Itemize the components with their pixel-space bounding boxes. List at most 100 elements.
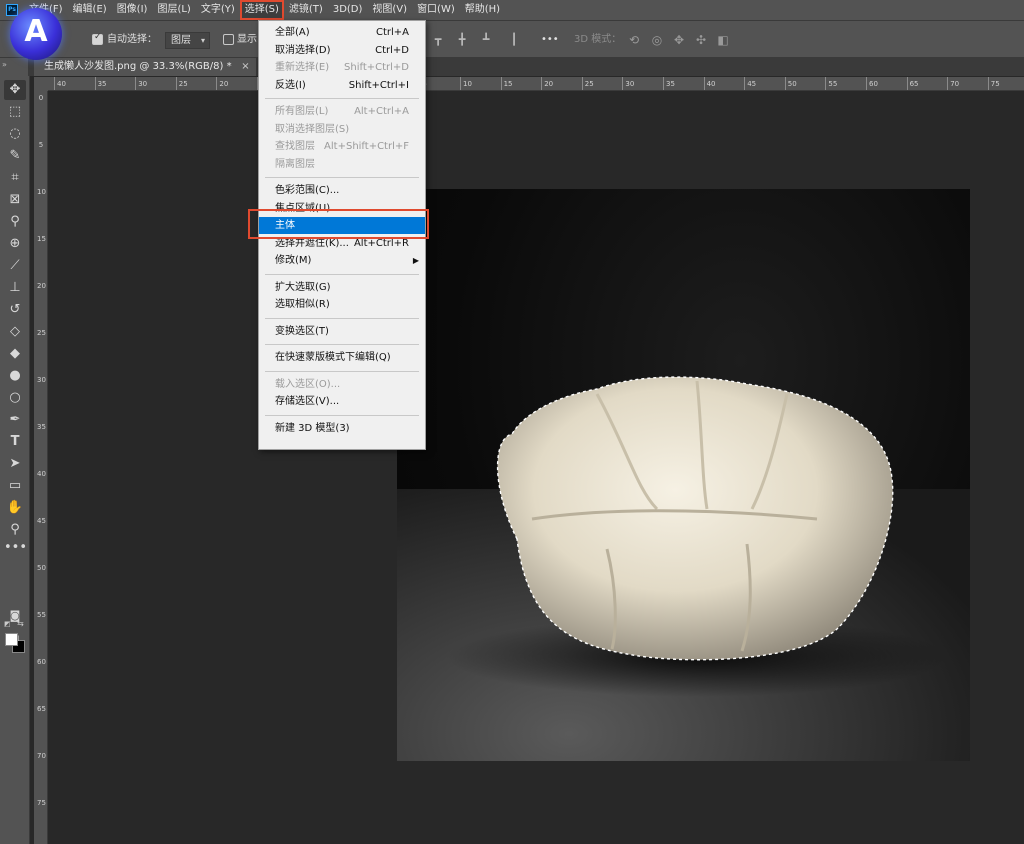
menu-item: 重新选择(E) Shift+Ctrl+D — [259, 59, 425, 76]
ruler-top-label: 65 — [909, 80, 919, 88]
menu-separator — [265, 177, 419, 178]
quick-mask-icon[interactable]: ◙ — [4, 606, 26, 626]
drag-3d-icon[interactable]: ✥ — [672, 33, 686, 47]
frame-tool-icon[interactable]: ⊠ — [4, 190, 26, 210]
eraser-tool-icon[interactable]: ◇ — [4, 322, 26, 342]
ruler-left-label: 25 — [37, 329, 46, 337]
menu-select[interactable]: 选择(S) — [239, 0, 284, 20]
document-tab[interactable]: 生成懒人沙发图.png @ 33.3%(RGB/8) * × — [34, 58, 256, 76]
menu-view[interactable]: 视图(V) — [367, 0, 412, 20]
align-middle-icon[interactable]: ╋ — [456, 34, 468, 46]
distribute-icon[interactable]: ┃ — [508, 34, 520, 46]
menu-item-label: 在快速蒙版模式下编辑(Q) — [275, 352, 391, 363]
align-bottom-icon[interactable]: ┻ — [480, 34, 492, 46]
ruler-left-label: 65 — [37, 705, 46, 713]
blur-tool-icon[interactable]: ● — [4, 366, 26, 386]
brand-badge-letter: A — [24, 14, 48, 49]
menu-item-shortcut: Shift+Ctrl+D — [344, 62, 409, 73]
menu-item-label: 新建 3D 模型(3) — [275, 422, 350, 434]
menu-layer[interactable]: 图层(L) — [152, 0, 195, 20]
menu-separator — [265, 370, 419, 372]
ruler-top-label: 35 — [666, 80, 675, 88]
more-options-button[interactable]: ••• — [541, 32, 559, 48]
menu-help[interactable]: 帮助(H) — [460, 0, 505, 20]
ruler-tick — [744, 77, 746, 90]
marquee-tool-icon[interactable]: ⬚ — [4, 102, 26, 122]
menu-image[interactable]: 图像(I) — [112, 0, 153, 20]
menu-item[interactable]: 反选(I) Shift+Ctrl+I — [259, 77, 425, 94]
ruler-left-label: 45 — [37, 517, 46, 525]
brush-tool-icon[interactable]: ⟋ — [4, 256, 26, 276]
path-selection-tool-icon[interactable]: ➤ — [4, 454, 26, 474]
zoom-tool-icon[interactable]: ⚲ — [4, 520, 26, 540]
edit-toolbar-icon[interactable]: ••• — [4, 538, 27, 558]
canvas-area[interactable] — [48, 92, 1024, 844]
menu-item[interactable]: 在快速蒙版模式下编辑(Q) — [259, 349, 425, 366]
horizontal-ruler[interactable]: 4035302520151050510152025303540455055606… — [48, 77, 1024, 91]
menu-item-shortcut: Alt+Ctrl+A — [354, 106, 409, 117]
move-tool-icon[interactable]: ✥ — [4, 80, 26, 100]
show-transform-checkbox[interactable] — [223, 34, 234, 45]
auto-select-target-dropdown[interactable]: 图层 ▾ — [165, 32, 210, 49]
lasso-tool-icon[interactable]: ◌ — [4, 124, 26, 144]
menu-item[interactable]: 色彩范围(C)... — [259, 182, 425, 199]
ruler-corner — [34, 77, 48, 91]
paint-bucket-tool-icon[interactable]: ◆ — [4, 344, 26, 364]
history-brush-tool-icon[interactable]: ↺ — [4, 300, 26, 320]
menu-item[interactable]: 全部(A) Ctrl+A — [259, 24, 425, 41]
menu-item-label: 查找图层 — [275, 141, 315, 152]
vertical-ruler[interactable]: 0 5 10 15 20 25 30 35 40 45 50 55 60 65 70 75 — [34, 91, 48, 844]
panel-grip-icon[interactable]: » — [2, 60, 28, 72]
menu-item[interactable]: 变换选区(T) — [259, 323, 425, 340]
ruler-top-label: 30 — [138, 80, 148, 88]
ruler-top-label: 20 — [544, 80, 554, 88]
ruler-left-label: 70 — [37, 752, 46, 760]
scale-3d-icon[interactable]: ◧ — [716, 33, 730, 47]
options-bar: 自动选择： 图层 ▾ 显示 ┳ ╋ ┻ ┃ ••• 3D 模式： ⟲ ◎ ✥ ✣… — [0, 20, 1024, 58]
menu-item[interactable]: 取消选择(D) Ctrl+D — [259, 42, 425, 59]
hand-tool-icon[interactable]: ✋ — [4, 498, 26, 518]
ruler-tick — [94, 77, 96, 90]
document-canvas[interactable] — [397, 189, 970, 761]
menu-item-label: 隔离图层 — [275, 158, 315, 170]
menu-item[interactable]: 选取相似(R) — [259, 296, 425, 313]
beanbag-sofa-image — [447, 376, 947, 697]
rectangle-tool-icon[interactable]: ▭ — [4, 476, 26, 496]
orbit-3d-icon[interactable]: ⟲ — [627, 33, 641, 47]
mode-3d-label: 3D 模式： — [574, 34, 622, 45]
menu-item[interactable]: 存储选区(V)... — [259, 393, 425, 410]
menu-filter[interactable]: 滤镜(T) — [284, 0, 328, 20]
slide-3d-icon[interactable]: ✣ — [694, 33, 708, 47]
pen-tool-icon[interactable]: ✒ — [4, 410, 26, 430]
menubar: Ps 文件(F) 编辑(E) 图像(I) 图层(L) 文字(Y) 选择(S) 滤… — [0, 0, 1024, 20]
menu-item: 载入选区(O)... — [259, 376, 425, 393]
dodge-tool-icon[interactable]: ○ — [4, 388, 26, 408]
menu-item-label: 色彩范围(C)... — [275, 185, 340, 196]
ruler-left-label: 20 — [37, 282, 46, 290]
menu-item[interactable]: 修改(M) ▶ — [259, 252, 425, 269]
ruler-top-label: 45 — [747, 80, 757, 88]
menu-3d[interactable]: 3D(D) — [328, 0, 368, 20]
menu-item[interactable]: 新建 3D 模型(3) — [259, 420, 425, 437]
quick-select-tool-icon[interactable]: ✎ — [4, 146, 26, 166]
eyedropper-tool-icon[interactable]: ⚲ — [4, 212, 26, 232]
menu-item-label: 选择并遮住(K)... — [275, 237, 349, 249]
menu-edit[interactable]: 编辑(E) — [68, 0, 112, 20]
healing-brush-tool-icon[interactable]: ⊕ — [4, 234, 26, 254]
foreground-color-swatch[interactable] — [5, 633, 18, 646]
auto-select-checkbox[interactable] — [92, 32, 103, 45]
close-tab-icon[interactable]: × — [241, 58, 249, 76]
menu-item-label: 反选(I) — [275, 79, 306, 91]
roll-3d-icon[interactable]: ◎ — [650, 33, 664, 47]
align-top-icon[interactable]: ┳ — [432, 34, 444, 46]
ruler-tick — [500, 77, 502, 90]
menu-item[interactable]: 扩大选取(G) — [259, 279, 425, 296]
crop-tool-icon[interactable]: ⌗ — [4, 168, 26, 188]
menu-separator — [265, 273, 419, 275]
ruler-tick — [622, 77, 624, 90]
clone-stamp-tool-icon[interactable]: ⊥ — [4, 278, 26, 298]
menu-item-label: 全部(A) — [275, 27, 310, 38]
menu-window[interactable]: 窗口(W) — [412, 0, 460, 20]
menu-type[interactable]: 文字(Y) — [196, 0, 240, 20]
type-tool-icon[interactable]: T — [4, 432, 26, 452]
